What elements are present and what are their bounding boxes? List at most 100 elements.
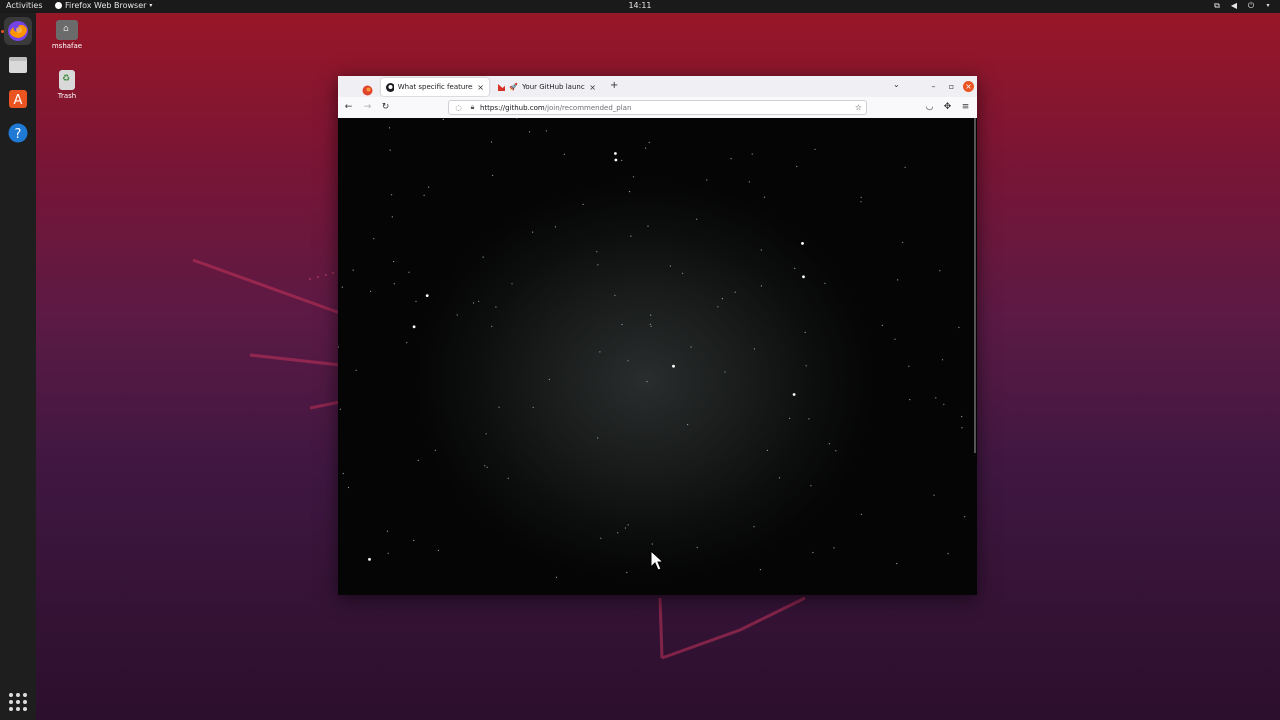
back-button[interactable]: ← (343, 102, 354, 113)
star (766, 449, 768, 451)
gmail-icon (498, 83, 506, 91)
tab-title: Your GitHub launch co (522, 83, 585, 91)
svg-text:A: A (14, 93, 23, 108)
url-bar[interactable]: ◌ 🔒︎ https://github.com/join/recommended… (448, 100, 867, 115)
star (482, 256, 484, 258)
star (721, 298, 723, 300)
star (352, 269, 354, 271)
volume-icon[interactable]: ◀ (1230, 1, 1238, 10)
trash-icon: ♻ (59, 70, 75, 90)
tracking-protection-icon[interactable]: ◌ (454, 104, 463, 112)
star (532, 406, 534, 408)
star (961, 427, 963, 429)
clock[interactable]: 14:11 (620, 1, 660, 10)
tab-what-specific-features[interactable]: What specific features ar × (381, 78, 489, 96)
scrollbar[interactable] (974, 118, 976, 453)
list-tabs-icon[interactable]: ⌄ (893, 80, 900, 89)
star (555, 576, 558, 578)
dock-firefox[interactable] (4, 17, 32, 45)
activities-button[interactable]: Activities (6, 1, 43, 10)
star (724, 371, 726, 373)
show-applications-icon[interactable] (9, 693, 27, 711)
star (554, 226, 556, 228)
pocket-icon[interactable]: ◡ (924, 102, 935, 113)
star (413, 539, 415, 542)
star (548, 378, 550, 381)
firefox-window: What specific features ar × 🚀 Your GitHu… (338, 76, 977, 595)
star (647, 225, 649, 227)
starfield-background (338, 118, 966, 578)
dock-software[interactable]: A (4, 85, 32, 113)
page-content (338, 118, 977, 595)
star (804, 331, 806, 333)
desktop-icon-home[interactable]: ⌂ mshafae (42, 20, 92, 50)
star (860, 196, 862, 198)
dock-help[interactable]: ? (4, 119, 32, 147)
app-menu[interactable]: Firefox Web Browser ▾ (55, 1, 152, 10)
desktop-icon-label: mshafae (51, 42, 83, 50)
star (778, 477, 781, 479)
star (596, 251, 598, 253)
star (796, 165, 798, 168)
star (478, 300, 480, 302)
home-folder-icon: ⌂ (56, 20, 78, 40)
tab-strip: What specific features ar × 🚀 Your GitHu… (338, 76, 977, 97)
forward-button[interactable]: → (362, 102, 373, 113)
star (599, 351, 601, 353)
bookmark-star-icon[interactable]: ☆ (855, 103, 862, 112)
menu-icon[interactable]: ≡ (960, 102, 971, 113)
star (696, 546, 698, 548)
maximize-button[interactable]: ▫ (946, 81, 957, 92)
lock-icon[interactable]: 🔒︎ (468, 103, 477, 112)
star (753, 526, 755, 528)
star (425, 294, 429, 297)
top-bar: Activities Firefox Web Browser ▾ 14:11 ⧉… (0, 0, 1280, 13)
star (491, 325, 493, 327)
star (760, 249, 762, 251)
star (645, 147, 647, 149)
star (442, 118, 444, 120)
system-tray[interactable]: ⧉ ◀ ⏻ ▾ (1213, 1, 1272, 10)
star (617, 532, 619, 534)
star (614, 152, 617, 155)
power-icon[interactable]: ⏻ (1247, 1, 1255, 10)
dock-files[interactable] (4, 51, 32, 79)
star (528, 131, 531, 133)
url-text: https://github.com/join/recommended_plan (480, 104, 631, 112)
star (763, 196, 766, 198)
close-window-button[interactable]: × (963, 81, 974, 92)
rocket-icon: 🚀 (509, 83, 519, 91)
reload-button[interactable]: ↻ (380, 102, 391, 113)
star (690, 346, 692, 348)
desktop-icon-label: Trash (57, 92, 77, 100)
chevron-down-icon[interactable]: ▾ (1264, 1, 1272, 10)
new-tab-button[interactable]: + (610, 80, 618, 91)
star (632, 176, 635, 178)
star (833, 547, 835, 549)
star (751, 153, 753, 155)
star (597, 264, 599, 266)
star (650, 325, 652, 327)
running-indicator (1, 30, 4, 33)
star (456, 314, 458, 316)
nav-bar: ← → ↻ ◌ 🔒︎ https://github.com/join/recom… (338, 97, 977, 119)
star (860, 201, 862, 203)
minimize-button[interactable]: – (928, 81, 939, 92)
star (909, 399, 911, 401)
url-path: /join/recommended_plan (544, 103, 632, 112)
star (860, 513, 863, 515)
star (370, 290, 372, 292)
tab-github-launch[interactable]: 🚀 Your GitHub launch co × (493, 78, 601, 96)
star (947, 553, 949, 555)
star (958, 326, 960, 329)
star (341, 286, 343, 288)
extensions-icon[interactable]: ✥ (942, 102, 953, 113)
network-icon[interactable]: ⧉ (1213, 1, 1221, 10)
star (897, 279, 899, 281)
star (492, 174, 494, 176)
star (484, 465, 486, 467)
desktop-icon-trash[interactable]: ♻ Trash (42, 70, 92, 100)
star (498, 406, 500, 408)
close-tab-icon[interactable]: × (477, 83, 484, 92)
close-tab-icon[interactable]: × (589, 83, 596, 92)
